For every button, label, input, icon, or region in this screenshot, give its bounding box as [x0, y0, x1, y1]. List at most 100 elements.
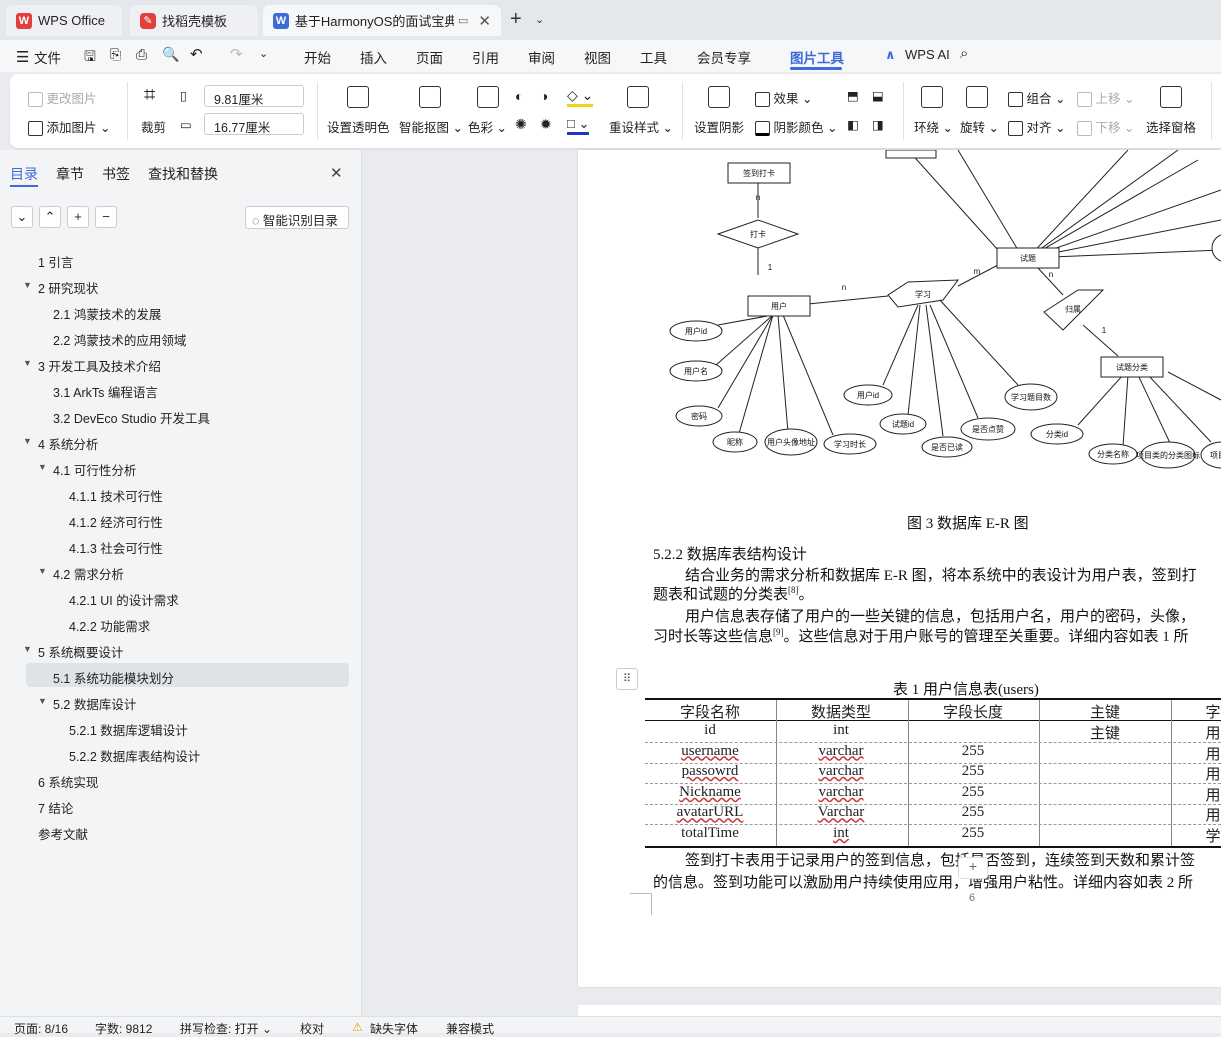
menu-insert[interactable]: 插入: [360, 47, 387, 67]
panel-tab-toc[interactable]: 目录: [10, 164, 38, 184]
shadow-up-icon[interactable]: ⬒: [847, 88, 859, 103]
toc-item[interactable]: 5 系统概要设计: [38, 642, 123, 661]
set-transparent-button[interactable]: 设置透明色: [327, 117, 390, 136]
fill-color-icon[interactable]: ◇ ⌄: [567, 87, 594, 107]
expand-arrow-icon[interactable]: ▼: [23, 280, 32, 290]
hamburger-icon[interactable]: ☰: [16, 48, 29, 66]
toc-item[interactable]: 4.1.3 社会可行性: [69, 538, 163, 557]
undo-icon[interactable]: ↶: [190, 45, 203, 63]
rotate-button[interactable]: 旋转 ⌄: [960, 117, 999, 136]
menu-tools[interactable]: 工具: [640, 47, 667, 67]
chevron-down-icon[interactable]: ⌄: [535, 13, 544, 26]
shadow-down-icon[interactable]: ⬓: [872, 88, 884, 103]
bring-forward-button[interactable]: 上移 ⌄: [1077, 88, 1134, 108]
contrast-down-icon[interactable]: ✹: [540, 116, 552, 133]
expand-arrow-icon[interactable]: ▼: [23, 358, 32, 368]
height-input[interactable]: 16.77厘米: [204, 113, 304, 135]
shadow-left-icon[interactable]: ◧: [847, 117, 859, 132]
expand-arrow-icon[interactable]: ▼: [23, 436, 32, 446]
toc-item[interactable]: 4.2 需求分析: [53, 564, 124, 583]
er-diagram[interactable]: 签到打卡 打卡 用户 学习 试题 归属 试题分类 用户id 用户名 密码 昵称 …: [578, 150, 1221, 470]
menu-page[interactable]: 页面: [416, 47, 443, 67]
smart-cutout-button[interactable]: 智能抠图 ⌄: [399, 117, 463, 136]
crop-button[interactable]: 裁剪: [141, 117, 166, 136]
menu-view[interactable]: 视图: [584, 47, 611, 67]
shadow-color-button[interactable]: 阴影颜色 ⌄: [755, 117, 837, 137]
toc-item[interactable]: 2.2 鸿蒙技术的应用领域: [53, 330, 186, 349]
expand-arrow-icon[interactable]: ▼: [38, 696, 47, 706]
spell-check[interactable]: 拼写检查: 打开 ⌄: [180, 1020, 272, 1037]
set-shadow-button[interactable]: 设置阴影: [694, 117, 744, 136]
toc-item[interactable]: 1 引言: [38, 252, 73, 271]
effect-button[interactable]: 效果 ⌄: [755, 88, 812, 108]
toc-item[interactable]: 3 开发工具及技术介绍: [38, 356, 161, 375]
toc-item[interactable]: 3.2 DevEco Studio 开发工具: [53, 408, 210, 427]
change-picture-button[interactable]: 更改图片: [28, 88, 97, 108]
page-indicator[interactable]: 页面: 8/16: [14, 1020, 68, 1037]
menu-picture-tools[interactable]: 图片工具: [790, 47, 844, 67]
tab-wps-office[interactable]: W WPS Office: [6, 5, 122, 36]
add-picture-button[interactable]: 添加图片 ⌄: [28, 117, 110, 137]
redo-icon[interactable]: ↷: [230, 45, 243, 63]
menu-wps-ai[interactable]: WPS AI: [905, 47, 950, 62]
toc-item[interactable]: 3.1 ArkTs 编程语言: [53, 382, 158, 401]
send-backward-button[interactable]: 下移 ⌄: [1077, 117, 1134, 137]
wrap-button[interactable]: 环绕 ⌄: [914, 117, 953, 136]
tab-docer-templates[interactable]: ✎ 找稻壳模板: [130, 5, 258, 36]
export-icon[interactable]: ⎘: [110, 46, 121, 63]
toc-item[interactable]: 5.1 系统功能模块划分: [53, 668, 174, 687]
chevron-down-icon[interactable]: ⌄: [259, 47, 268, 60]
table-handle-icon[interactable]: ⠿: [616, 668, 638, 690]
group-button[interactable]: 组合 ⌄: [1008, 88, 1065, 108]
print-icon[interactable]: ⎙: [136, 46, 147, 63]
toc-item[interactable]: 参考文献: [38, 824, 88, 843]
toc-item[interactable]: 4.1 可行性分析: [53, 460, 136, 479]
missing-font[interactable]: 缺失字体: [370, 1020, 418, 1037]
word-count[interactable]: 字数: 9812: [95, 1020, 152, 1037]
color-button[interactable]: 色彩 ⌄: [468, 117, 507, 136]
menu-vip[interactable]: 会员专享: [697, 47, 751, 67]
menu-review[interactable]: 审阅: [528, 47, 555, 67]
crop-icon[interactable]: ⌗: [144, 84, 155, 107]
toc-item[interactable]: 4.2.1 UI 的设计需求: [69, 590, 179, 609]
smart-toc-button[interactable]: ◌ 智能识别目录: [245, 206, 349, 229]
search-icon[interactable]: ⌕: [960, 45, 968, 62]
line-color-icon[interactable]: □ ⌄: [567, 116, 590, 135]
align-button[interactable]: 对齐 ⌄: [1008, 117, 1065, 137]
close-tab-icon[interactable]: ✕: [478, 12, 491, 30]
brightness-up-icon[interactable]: ◐: [515, 88, 523, 104]
expand-arrow-icon[interactable]: ▼: [23, 644, 32, 654]
toc-item[interactable]: 4.1.2 经济可行性: [69, 512, 163, 531]
new-tab-icon[interactable]: +: [510, 8, 522, 31]
add-row-icon[interactable]: +: [958, 857, 988, 879]
brightness-down-icon[interactable]: ◑: [540, 88, 548, 104]
width-input[interactable]: 9.81厘米: [204, 85, 304, 107]
contrast-up-icon[interactable]: ✺: [515, 116, 527, 133]
panel-tab-bookmarks[interactable]: 书签: [102, 164, 130, 184]
toc-item[interactable]: 5.2.2 数据库表结构设计: [69, 746, 200, 765]
toc-item[interactable]: 6 系统实现: [38, 772, 98, 791]
toc-item[interactable]: 5.2.1 数据库逻辑设计: [69, 720, 188, 739]
window-icon[interactable]: ▭: [458, 14, 468, 27]
toc-item[interactable]: 4.1.1 技术可行性: [69, 486, 163, 505]
reset-style-button[interactable]: 重设样式 ⌄: [609, 117, 673, 136]
remove-heading-icon[interactable]: −: [95, 206, 117, 228]
menu-home[interactable]: 开始: [304, 47, 331, 67]
add-heading-icon[interactable]: +: [67, 206, 89, 228]
save-icon[interactable]: 🖫: [84, 46, 96, 70]
toc-item[interactable]: 2 研究现状: [38, 278, 98, 297]
panel-tab-find-replace[interactable]: 查找和替换: [148, 164, 218, 184]
toc-item[interactable]: 2.1 鸿蒙技术的发展: [53, 304, 161, 323]
panel-tab-chapters[interactable]: 章节: [56, 164, 84, 184]
toc-item[interactable]: 7 结论: [38, 798, 73, 817]
toc-item[interactable]: 4.2.2 功能需求: [69, 616, 150, 635]
tab-document[interactable]: W 基于HarmonyOS的面试宝典a ▭ ✕: [263, 5, 501, 36]
shadow-right-icon[interactable]: ◨: [872, 117, 884, 132]
move-up-icon[interactable]: ⌃: [39, 206, 61, 228]
expand-arrow-icon[interactable]: ▼: [38, 462, 47, 472]
expand-arrow-icon[interactable]: ▼: [38, 566, 47, 576]
close-panel-icon[interactable]: ✕: [330, 164, 343, 182]
proofread[interactable]: 校对: [300, 1020, 324, 1037]
menu-file[interactable]: 文件: [34, 47, 61, 67]
toc-item[interactable]: 5.2 数据库设计: [53, 694, 136, 713]
